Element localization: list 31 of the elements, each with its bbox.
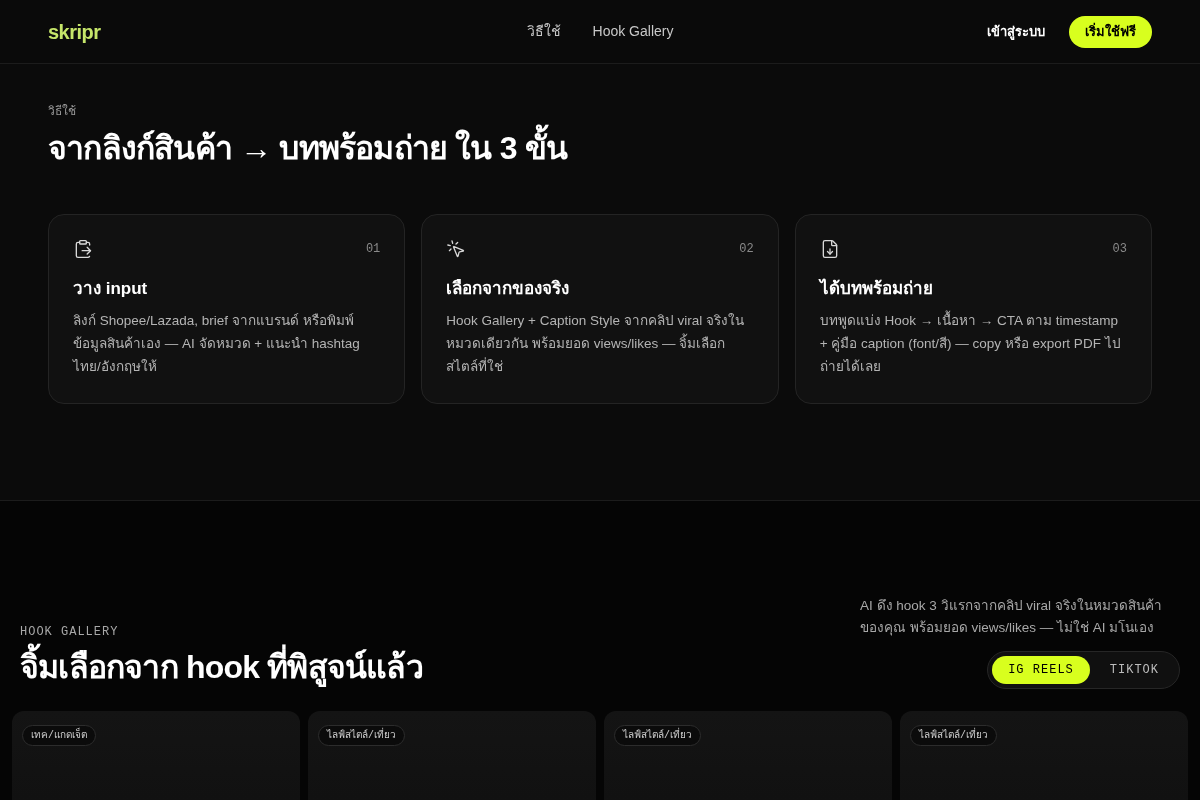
- step-title: วาง input: [73, 278, 148, 300]
- login-link[interactable]: เข้าสู่ระบบ: [987, 21, 1045, 42]
- category-tag: ไลฟ์สไตล์/เที่ยว: [318, 725, 405, 746]
- category-tag: ไลฟ์สไตล์/เที่ยว: [910, 725, 997, 746]
- category-tag: เทค/แกดเจ็ต: [22, 725, 96, 746]
- category-tag: ไลฟ์สไตล์/เที่ยว: [614, 725, 701, 746]
- logo[interactable]: skripr: [48, 16, 101, 47]
- clipboard-arrow-icon: [73, 239, 93, 259]
- section-eyebrow: HOOK GALLERY: [20, 624, 119, 641]
- section-heading: จากลิงก์สินค้า → บทพร้อมถ่าย ใน 3 ขั้น: [48, 126, 568, 170]
- gallery-description: AI ดึง hook 3 วิแรกจากคลิป viral จริงในหมวดสินค้าของคุณ พร้อมยอด views/likes — ไม่ใช่ AI มโนเอง: [860, 597, 1163, 638]
- hook-card[interactable]: ไลฟ์สไตล์/เที่ยว: [308, 711, 596, 800]
- platform-tab[interactable]: TIKTOK: [1093, 656, 1175, 684]
- hook-card[interactable]: ไลฟ์สไตล์/เที่ยว: [604, 711, 892, 800]
- step-number: 01: [365, 241, 381, 258]
- step-description: Hook Gallery + Caption Style จากคลิป viral จริงในหมวดเดียวกัน พร้อมยอด views/likes — จิ้มเลือกสไตล์ที่ใช่: [446, 312, 746, 376]
- section-eyebrow: วิธีใช้: [48, 103, 76, 120]
- step-description: บทพูดแบ่ง Hook → เนื้อหา → CTA ตาม timestamp + คู่มือ caption (font/สี) — copy หรือ export PDF ไปถ่ายได้เลย: [819, 309, 1127, 378]
- hook-card[interactable]: เทค/แกดเจ็ต: [12, 711, 300, 800]
- step-number: 03: [1112, 241, 1127, 258]
- section-heading: จิ้มเลือกจาก hook ที่พิสูจน์แล้ว: [20, 645, 423, 689]
- start-free-button[interactable]: เริ่มใช้ฟรี: [1069, 15, 1152, 48]
- step-title: ได้บทพร้อมถ่าย: [819, 277, 933, 300]
- platform-tab[interactable]: IG REELS: [992, 656, 1090, 684]
- hook-card[interactable]: ไลฟ์สไตล์/เที่ยว: [900, 711, 1188, 800]
- step-number: 02: [739, 241, 754, 258]
- step-description: ลิงก์ Shopee/Lazada, brief จากแบรนด์ หรือพิมพ์ข้อมูลสินค้าเอง — AI จัดหมวด + แนะนำ hashtag ไทย/อังกฤษให้: [73, 312, 361, 376]
- step-title: เลือกจากของจริง: [446, 278, 570, 300]
- pointer-click-icon: [446, 239, 467, 259]
- nav-link[interactable]: วิธีใช้: [526, 21, 561, 42]
- nav-link[interactable]: Hook Gallery: [592, 21, 674, 42]
